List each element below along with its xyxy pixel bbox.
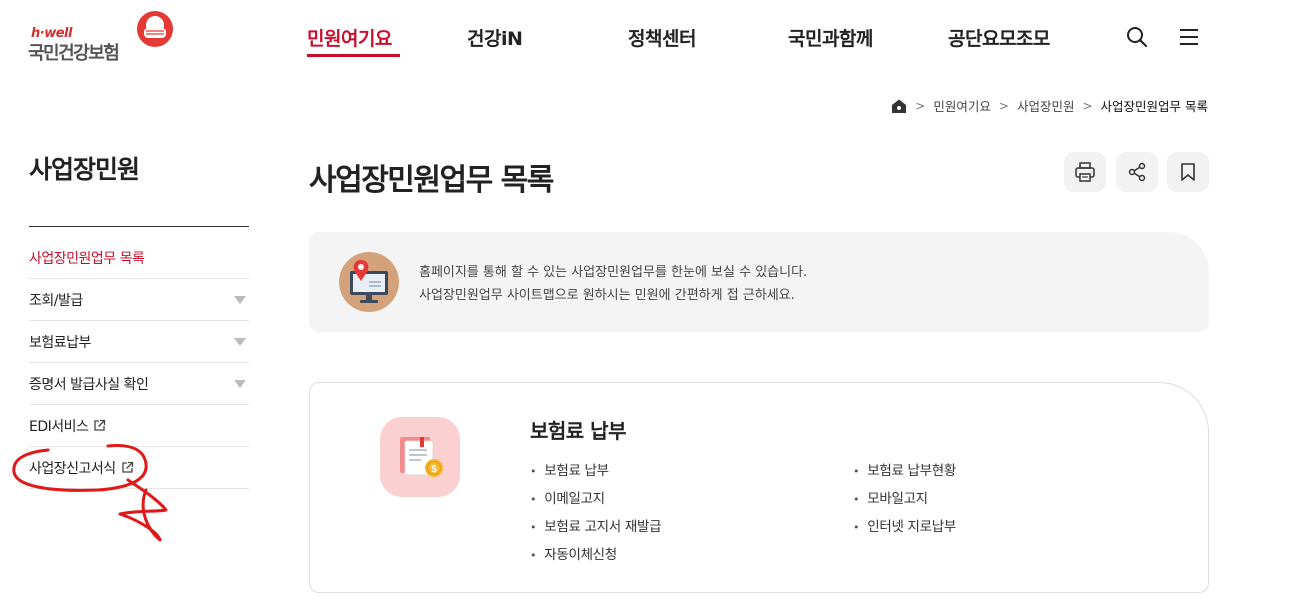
page-title: 사업장민원업무 목록 [309,163,554,198]
external-link-icon [122,461,133,473]
print-icon [1075,162,1095,182]
share-button[interactable] [1116,152,1158,192]
breadcrumb-item[interactable]: 민원여기요 [933,96,991,115]
sidebar-item-label: 사업장신고서식 [29,460,116,477]
card-link[interactable]: 이메일고지 [530,487,605,507]
sidebar-item-lookup-issue[interactable]: 조회/발급 [29,279,249,321]
expand-arrow-icon [234,337,246,346]
nav-item-about[interactable]: 공단요모조모 [948,24,1050,51]
search-icon[interactable] [1126,26,1148,48]
nav-item-policy[interactable]: 정책센터 [628,24,696,51]
sidebar-title: 사업장민원 [29,155,140,184]
sidebar-item-edi-service[interactable]: EDI서비스 [29,405,249,447]
premium-payment-card: $ 보험료 납부 보험료 납부 보험료 납부현황 이메일고지 모바일고지 보험료… [309,382,1209,593]
nav-active-indicator [307,54,400,57]
breadcrumb-separator: > [1082,98,1093,113]
card-link[interactable]: 자동이체신청 [530,543,617,563]
sidebar-item-premium-payment[interactable]: 보험료납부 [29,321,249,363]
card-title: 보험료 납부 [530,419,626,443]
site-logo[interactable]: h·well 국민건강보험 [28,10,178,64]
logo-mask-icon [137,11,173,47]
expand-arrow-icon [234,295,246,304]
breadcrumb-current: 사업장민원업무 목록 [1100,99,1208,114]
card-link[interactable]: 보험료 납부 [530,459,609,479]
sidebar-item-report-forms[interactable]: 사업장신고서식 [29,447,249,489]
sidebar-menu: 사업장민원업무 목록 조회/발급 보험료납부 증명서 발급사실 확인 EDI서비… [29,237,249,489]
breadcrumb: > 민원여기요 > 사업장민원 > 사업장민원업무 목록 [891,96,1208,115]
sidebar-item-label: 증명서 발급사실 확인 [29,376,149,393]
card-link[interactable]: 모바일고지 [853,487,928,507]
logo-text: 국민건강보험 [28,43,120,64]
svg-text:$: $ [431,464,437,475]
home-icon[interactable] [891,98,907,114]
menu-icon[interactable] [1178,26,1200,48]
print-button[interactable] [1064,152,1106,192]
sidebar-item-label: 사업장민원업무 목록 [29,250,145,267]
bill-payment-icon: $ [400,437,443,477]
breadcrumb-separator: > [998,98,1009,113]
info-banner: 홈페이지를 통해 할 수 있는 사업장민원업무를 한눈에 보실 수 있습니다. … [309,232,1209,332]
card-link[interactable]: 보험료 고지서 재발급 [530,515,661,535]
card-icon-wrapper: $ [380,417,460,497]
expand-arrow-icon [234,379,246,388]
info-description: 홈페이지를 통해 할 수 있는 사업장민원업무를 한눈에 보실 수 있습니다. … [419,261,807,307]
nav-item-together[interactable]: 국민과함께 [788,24,873,51]
sidebar-item-label: EDI서비스 [29,418,89,435]
card-link[interactable]: 인터넷 지로납부 [853,515,956,535]
sidebar-divider [29,226,249,227]
share-icon [1128,162,1146,182]
nav-item-health-in[interactable]: 건강iN [467,24,523,51]
sidebar-item-certificate-check[interactable]: 증명서 발급사실 확인 [29,363,249,405]
nav-item-minwon[interactable]: 민원여기요 [307,24,392,51]
bookmark-button[interactable] [1167,152,1209,192]
breadcrumb-item[interactable]: 사업장민원 [1017,96,1075,115]
monitor-location-icon [339,252,399,312]
breadcrumb-separator: > [915,98,926,113]
info-line-2: 사업장민원업무 사이트맵으로 원하시는 민원에 간편하게 접 근하세요. [419,288,795,303]
external-link-icon [94,419,106,431]
sidebar-item-label: 조회/발급 [29,292,83,309]
info-line-1: 홈페이지를 통해 할 수 있는 사업장민원업무를 한눈에 보실 수 있습니다. [419,265,808,280]
sidebar-item-workplace-list[interactable]: 사업장민원업무 목록 [29,237,249,279]
sidebar-item-label: 보험료납부 [29,334,91,351]
bookmark-icon [1181,163,1195,181]
card-link[interactable]: 보험료 납부현황 [853,459,956,479]
